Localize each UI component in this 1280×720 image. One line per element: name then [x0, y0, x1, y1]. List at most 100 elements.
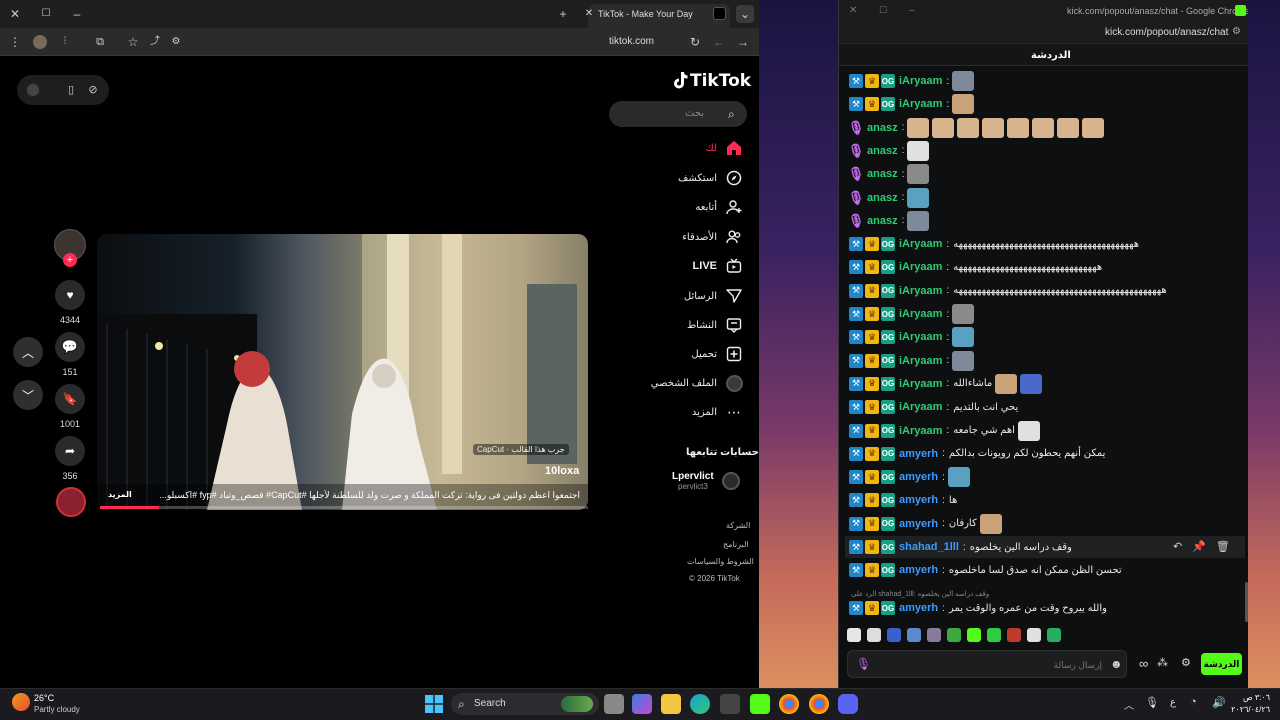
video-username[interactable]: 10loxa — [545, 465, 579, 477]
chat-message[interactable]: ⚒ ♛ OG iAryaam: يحي انت بالتديم — [849, 396, 1018, 418]
reload-icon[interactable]: ↻ — [686, 33, 704, 51]
avatar-icon[interactable] — [25, 82, 41, 98]
kick-app-icon[interactable] — [750, 694, 770, 714]
file-explorer-icon[interactable] — [661, 694, 681, 714]
emote-icon[interactable] — [1007, 628, 1021, 642]
chat-username[interactable]: iAryaam — [899, 285, 942, 297]
chat-message[interactable]: ⚒ ♛ OG amyerh: كارفان — [849, 513, 1002, 535]
capcut-template-tag[interactable]: CapCut · جرب هذا القالب — [473, 444, 569, 455]
nav-item-messages[interactable]: الرسائل — [684, 285, 743, 307]
chat-message[interactable]: 🎙 anasz: — [848, 187, 930, 209]
forward-icon[interactable]: ← — [710, 33, 728, 51]
taskbar-search-label[interactable]: Search — [474, 698, 506, 709]
new-tab-icon[interactable]: + — [554, 5, 572, 23]
chat-message[interactable]: ⚒ ♛ OG iAryaam: هههههههههههههههههههههههههههه… — [849, 280, 1167, 302]
community-icon[interactable]: ⁂ — [1157, 656, 1168, 669]
chat-username[interactable]: amyerh — [899, 494, 938, 506]
emote-icon[interactable] — [867, 628, 881, 642]
search-input[interactable]: بحث — [685, 108, 704, 119]
next-video-button[interactable]: ﹀ — [13, 380, 43, 410]
nav-item-explore[interactable]: استكشف — [678, 167, 743, 189]
network-icon[interactable]: ◔ — [1190, 696, 1197, 708]
chat-message[interactable]: ⚒ ♛ OG amyerh: — [849, 466, 970, 488]
chat-username[interactable]: iAryaam — [899, 401, 942, 413]
nav-item-for-you[interactable]: لك — [706, 137, 743, 159]
maximize-icon[interactable]: ☐ — [879, 5, 887, 16]
profile-avatar-icon[interactable] — [33, 35, 47, 49]
chat-message[interactable]: ⚒ ♛ OG iAryaam: — [849, 303, 975, 325]
site-settings-icon[interactable]: ⚙ — [1232, 26, 1241, 37]
tiktok-logo-text[interactable]: TikTok — [690, 71, 751, 91]
tray-chevron-up-icon[interactable]: ︿ — [1124, 697, 1134, 712]
footer-terms-link[interactable]: الشروط والسياسات — [687, 557, 754, 566]
chat-message[interactable]: ⚒ ♛ OG iAryaam: — [849, 326, 975, 348]
share-button[interactable]: ➦ — [55, 436, 85, 466]
following-avatar[interactable] — [722, 472, 740, 490]
chat-message-input[interactable] — [872, 656, 1102, 674]
block-icon[interactable]: ⊘ — [84, 81, 102, 99]
chat-message[interactable]: ⚒ ♛ OG iAryaam: — [849, 70, 975, 92]
chat-username[interactable]: iAryaam — [899, 331, 942, 343]
discord-icon[interactable] — [838, 694, 858, 714]
chat-username[interactable]: iAryaam — [899, 425, 942, 437]
emote-icon[interactable] — [887, 628, 901, 642]
nav-item-live[interactable]: LIVE — [693, 255, 743, 277]
chat-username[interactable]: anasz — [867, 145, 898, 157]
chat-message[interactable]: ⚒ ♛ OG amyerh: تحسن الظن ممكن انه صدق لسا ما… — [849, 559, 1122, 581]
emote-icon[interactable] — [1047, 628, 1061, 642]
chat-username[interactable]: iAryaam — [899, 378, 942, 390]
menu-kebab-icon[interactable]: ⋮ — [6, 33, 24, 51]
infinity-icon[interactable]: ∞ — [1139, 656, 1148, 671]
send-chat-button[interactable]: الدردشة — [1201, 653, 1242, 675]
emote-icon[interactable] — [907, 628, 921, 642]
tab-close-icon[interactable]: ✕ — [580, 5, 598, 23]
tab-search-icon[interactable]: ⌄ — [736, 5, 754, 23]
microphone-icon[interactable]: 🎙 — [1145, 696, 1159, 709]
close-window-icon[interactable]: ✕ — [849, 5, 857, 16]
chat-username[interactable]: amyerh — [899, 602, 938, 614]
minimize-icon[interactable]: – — [909, 5, 915, 16]
weather-temperature[interactable]: 26°C — [34, 693, 54, 703]
chat-username[interactable]: amyerh — [899, 518, 938, 530]
chat-message[interactable]: ⚒ ♛ OG amyerh: ها — [849, 489, 957, 511]
tab-groups-icon[interactable]: ⫶ — [56, 33, 74, 51]
emote-icon[interactable] — [947, 628, 961, 642]
caption-more-link[interactable]: المزيد — [108, 490, 132, 499]
chat-username[interactable]: anasz — [867, 215, 898, 227]
chat-username[interactable]: anasz — [867, 168, 898, 180]
weather-icon[interactable] — [12, 693, 30, 711]
site-info-icon[interactable]: ⚙ — [167, 33, 185, 51]
chat-username[interactable]: iAryaam — [899, 75, 942, 87]
chat-scrollbar[interactable] — [1245, 582, 1248, 622]
chat-username[interactable]: iAryaam — [899, 238, 942, 250]
device-icon[interactable]: ▯ — [62, 81, 80, 99]
chat-input-box[interactable]: 🎙 ☻ — [847, 650, 1127, 678]
copilot-icon[interactable] — [632, 694, 652, 714]
chat-username[interactable]: iAryaam — [899, 355, 942, 367]
volume-icon[interactable]: 🔊 — [1212, 696, 1226, 709]
address-bar-url[interactable]: tiktok.com — [609, 36, 654, 47]
chat-message[interactable]: 🎙 anasz: — [848, 210, 930, 232]
tiktok-logo-icon[interactable] — [672, 71, 688, 89]
chat-username[interactable]: amyerh — [899, 564, 938, 576]
settings-gear-icon[interactable]: ⚙ — [1181, 656, 1191, 669]
chat-username[interactable]: anasz — [867, 192, 898, 204]
share-icon[interactable]: ⤴ — [146, 33, 164, 51]
music-disc-avatar[interactable] — [56, 487, 86, 517]
windows-start-icon[interactable] — [425, 695, 443, 713]
chat-message[interactable]: ⚒ ♛ OG amyerh: يمكن أنهم يحطون لكم رويونات ب… — [849, 443, 1105, 465]
save-button[interactable]: 🔖 — [55, 384, 85, 414]
emote-icon[interactable] — [1027, 628, 1041, 642]
bookmark-star-icon[interactable]: ☆ — [124, 33, 142, 51]
nav-item-friends[interactable]: الأصدقاء — [682, 226, 743, 248]
previous-video-button[interactable]: ︿ — [13, 337, 43, 367]
close-window-icon[interactable]: ✕ — [6, 5, 24, 23]
chat-message[interactable]: ⚒ ♛ OG iAryaam: هههههههههههههههههههههههههههه… — [849, 233, 1139, 255]
back-icon[interactable]: → — [734, 33, 752, 51]
emoji-picker-icon[interactable]: ☻ — [1110, 657, 1123, 671]
follow-plus-icon[interactable]: + — [63, 253, 77, 267]
footer-company-link[interactable]: الشركة — [726, 521, 750, 530]
chat-username[interactable]: shahad_1lll — [899, 541, 959, 553]
chat-username[interactable]: amyerh — [899, 471, 938, 483]
chat-username[interactable]: iAryaam — [899, 261, 942, 273]
